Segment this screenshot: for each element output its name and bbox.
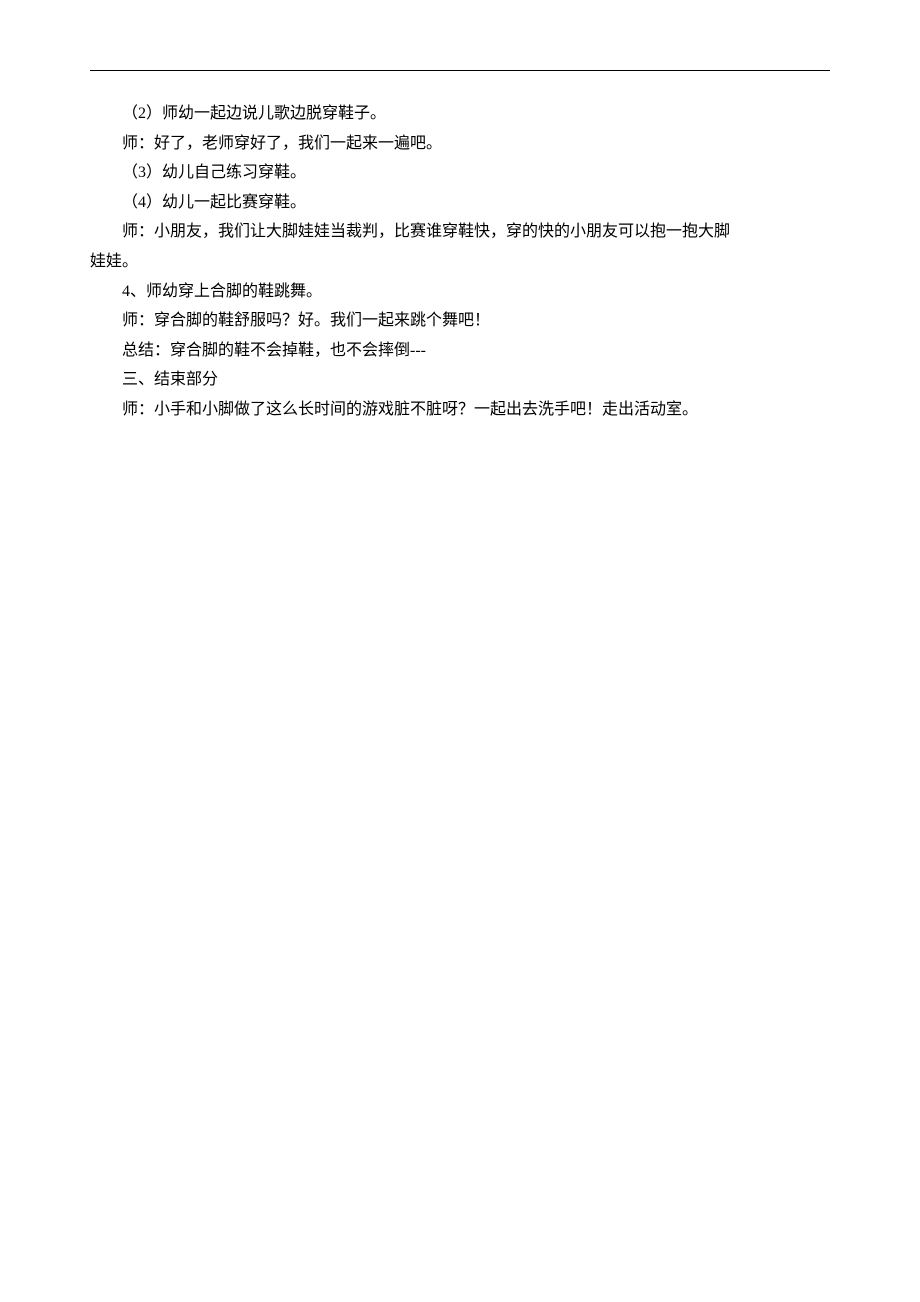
horizontal-divider bbox=[90, 70, 830, 71]
text-line: （4）幼儿一起比赛穿鞋。 bbox=[90, 188, 830, 218]
text-line: 娃娃。 bbox=[90, 247, 830, 277]
text-line: （2）师幼一起边说儿歌边脱穿鞋子。 bbox=[90, 99, 830, 129]
text-line: 师：穿合脚的鞋舒服吗？好。我们一起来跳个舞吧！ bbox=[90, 306, 830, 336]
text-line: 4、师幼穿上合脚的鞋跳舞。 bbox=[90, 277, 830, 307]
text-line: 师：小朋友，我们让大脚娃娃当裁判，比赛谁穿鞋快，穿的快的小朋友可以抱一抱大脚 bbox=[90, 217, 830, 247]
text-line: 三、结束部分 bbox=[90, 365, 830, 395]
text-line: （3）幼儿自己练习穿鞋。 bbox=[90, 158, 830, 188]
text-line: 师：小手和小脚做了这么长时间的游戏脏不脏呀？一起出去洗手吧！走出活动室。 bbox=[90, 395, 830, 425]
text-line: 师：好了，老师穿好了，我们一起来一遍吧。 bbox=[90, 129, 830, 159]
text-line: 总结：穿合脚的鞋不会掉鞋，也不会摔倒--- bbox=[90, 336, 830, 366]
document-content: （2）师幼一起边说儿歌边脱穿鞋子。 师：好了，老师穿好了，我们一起来一遍吧。 （… bbox=[90, 99, 830, 425]
